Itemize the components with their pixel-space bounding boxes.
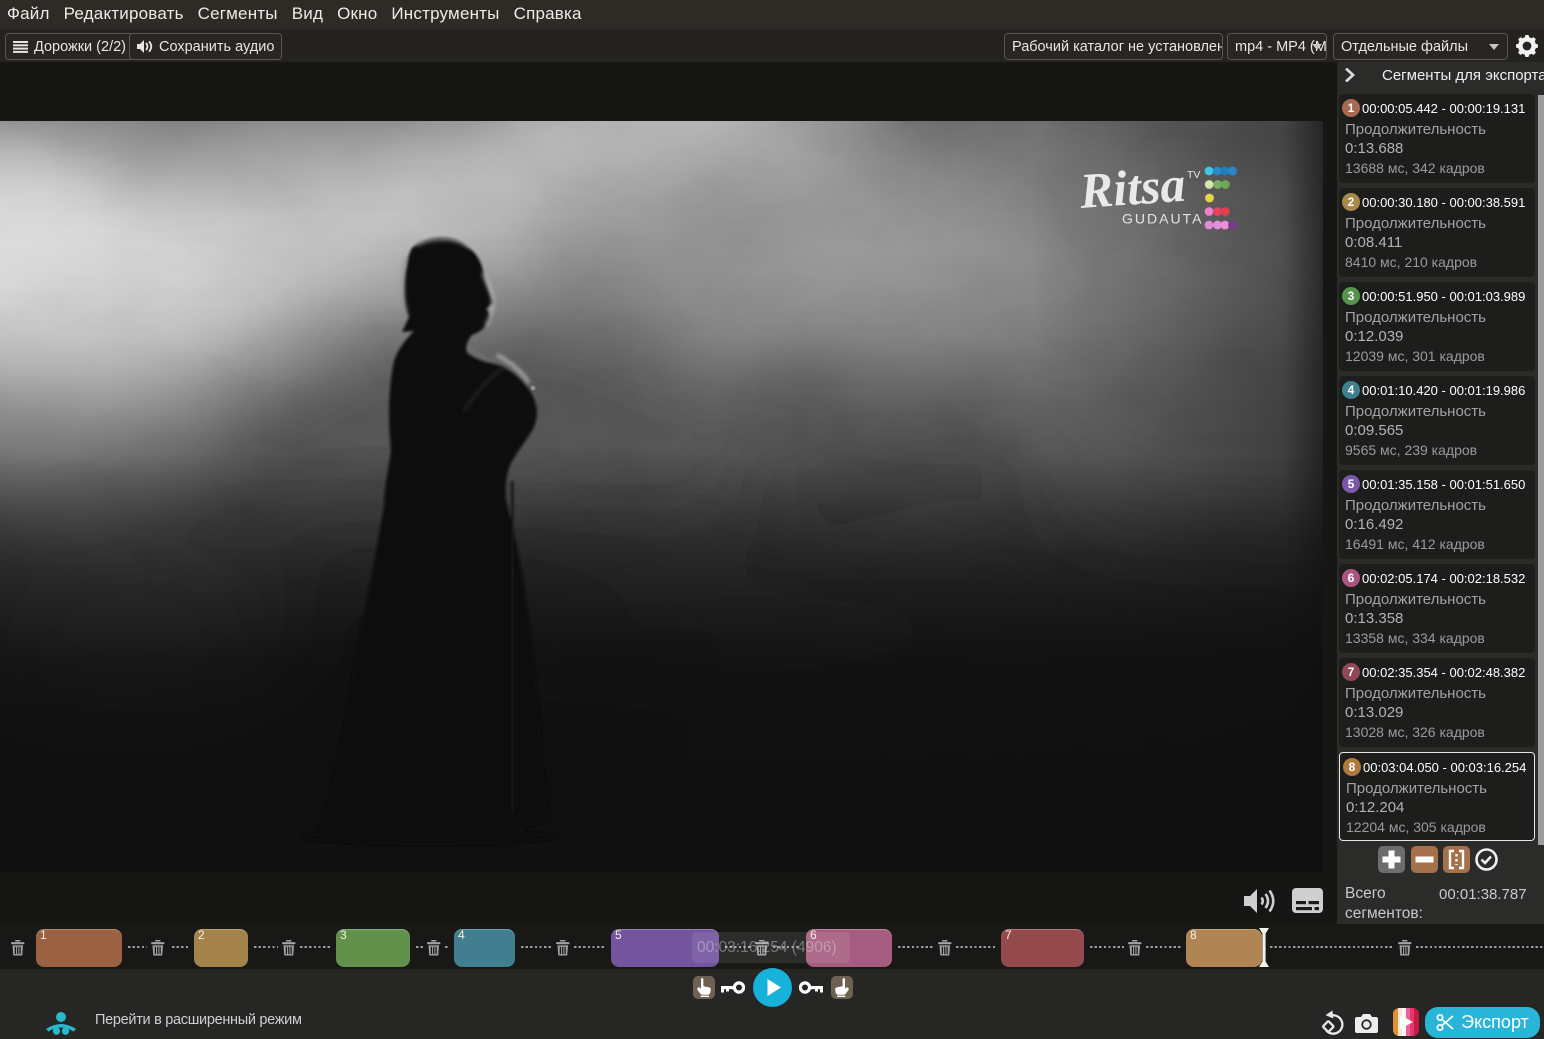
svg-text:TV: TV (1187, 169, 1200, 181)
svg-text:GUDAUTA: GUDAUTA (1122, 211, 1203, 227)
